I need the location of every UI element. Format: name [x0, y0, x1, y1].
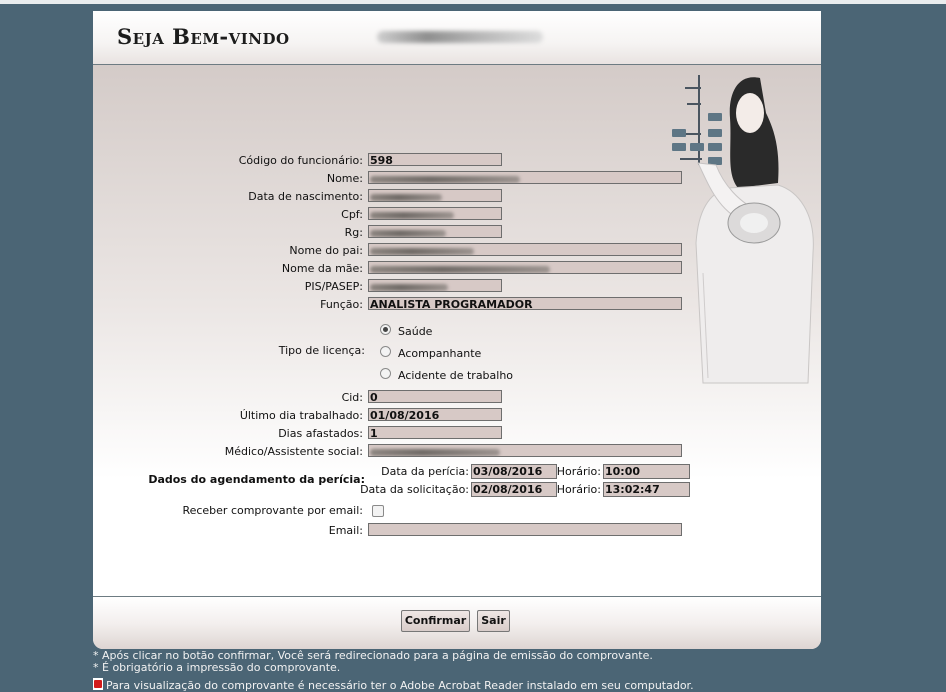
rg-field[interactable]	[368, 225, 502, 238]
data-solicitacao-label: Data da solicitação:	[360, 483, 469, 496]
cid-label: Cid:	[341, 391, 363, 404]
data-solicitacao-field[interactable]: 02/08/2016	[471, 482, 557, 497]
radio-saude[interactable]	[380, 324, 391, 335]
nome-label: Nome:	[326, 172, 363, 185]
panel-header: Seja Bem-vindo	[93, 11, 821, 65]
medico-field[interactable]	[368, 444, 682, 457]
note-acrobat: Para visualização do comprovante é neces…	[93, 678, 694, 692]
funcao-label: Função:	[320, 298, 363, 311]
email-input[interactable]	[368, 523, 682, 536]
horario2-label: Horário:	[556, 483, 601, 496]
doctor-illustration-icon	[672, 75, 814, 384]
pdf-icon	[93, 678, 103, 690]
panel-footer: Confirmar Sair	[93, 596, 821, 649]
pai-field[interactable]	[368, 243, 682, 256]
codigo-label: Código do funcionário:	[238, 154, 363, 167]
email-label: Email:	[328, 524, 363, 537]
dias-field[interactable]: 1	[368, 426, 502, 439]
browser-top-strip	[0, 0, 946, 4]
agendamento-label: Dados do agendamento da perícia:	[148, 473, 365, 486]
ultimo-dia-field[interactable]: 01/08/2016	[368, 408, 502, 421]
radio-acompanhante-label: Acompanhante	[398, 347, 482, 360]
pai-label: Nome do pai:	[289, 244, 363, 257]
codigo-field[interactable]: 598	[368, 153, 502, 166]
mae-label: Nome da mãe:	[281, 262, 363, 275]
cid-field[interactable]: 0	[368, 390, 502, 403]
welcome-panel: Seja Bem-vindo Código do funcionário: 59…	[93, 11, 821, 649]
cpf-field[interactable]	[368, 207, 502, 220]
rg-label: Rg:	[344, 226, 363, 239]
medico-label: Médico/Assistente social:	[224, 445, 363, 458]
note-print: * É obrigatório a impressão do comprovan…	[93, 661, 341, 674]
radio-acompanhante[interactable]	[380, 346, 391, 357]
comprovante-checkbox[interactable]	[372, 505, 384, 517]
horario2-field[interactable]: 13:02:47	[603, 482, 690, 497]
pis-label: PIS/PASEP:	[304, 280, 363, 293]
pis-field[interactable]	[368, 279, 502, 292]
dias-label: Dias afastados:	[278, 427, 363, 440]
page-title: Seja Bem-vindo	[117, 24, 290, 49]
note-acrobat-text: Para visualização do comprovante é neces…	[106, 679, 694, 692]
nome-field[interactable]	[368, 171, 682, 184]
comprovante-label: Receber comprovante por email:	[182, 504, 363, 517]
ultimo-dia-label: Último dia trabalhado:	[239, 409, 363, 422]
user-name-redacted	[377, 31, 543, 43]
cpf-label: Cpf:	[341, 208, 363, 221]
nascimento-field[interactable]	[368, 189, 502, 202]
mae-field[interactable]	[368, 261, 682, 274]
sair-button[interactable]: Sair	[477, 610, 510, 632]
nascimento-label: Data de nascimento:	[248, 190, 363, 203]
horario1-label: Horário:	[556, 465, 601, 478]
data-pericia-label: Data da perícia:	[381, 465, 469, 478]
form-area: Código do funcionário: 598 Nome: Data de…	[93, 65, 821, 596]
funcao-field[interactable]: ANALISTA PROGRAMADOR	[368, 297, 682, 310]
radio-saude-label: Saúde	[398, 325, 433, 338]
data-pericia-field[interactable]: 03/08/2016	[471, 464, 557, 479]
horario1-field[interactable]: 10:00	[603, 464, 690, 479]
confirmar-button[interactable]: Confirmar	[401, 610, 470, 632]
radio-acidente-label: Acidente de trabalho	[398, 369, 514, 382]
licenca-label: Tipo de licença:	[278, 344, 365, 357]
radio-acidente[interactable]	[380, 368, 391, 379]
